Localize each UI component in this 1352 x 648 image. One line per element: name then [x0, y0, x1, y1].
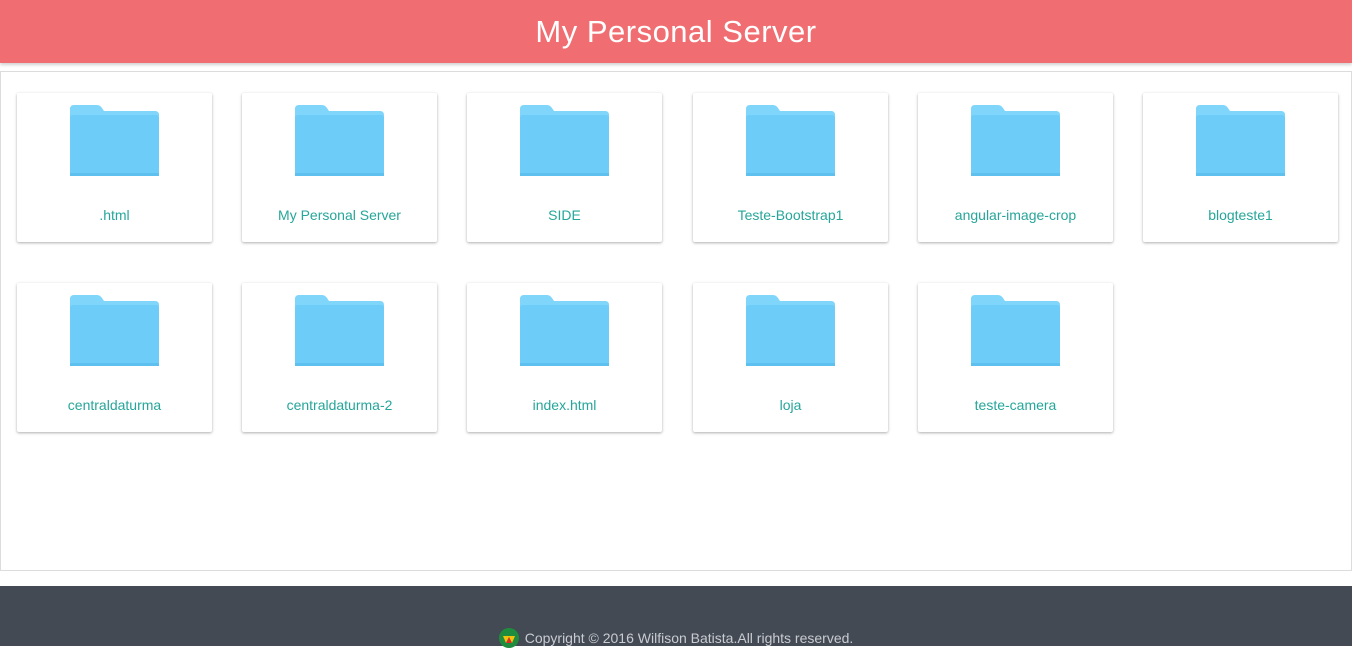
folder-icon [1196, 105, 1285, 176]
folder-icon [971, 295, 1060, 366]
folder-name: centraldaturma [67, 397, 162, 413]
brand-logo-icon [498, 628, 519, 648]
folder-icon [520, 295, 609, 366]
folder-name: loja [779, 397, 802, 413]
folder-card[interactable]: angular-image-crop [918, 93, 1113, 242]
folder-card[interactable]: loja [693, 283, 888, 432]
footer-copyright: Copyright © 2016 Wilfison Batista.All ri… [524, 630, 854, 646]
folder-icon [520, 105, 609, 176]
page-title: My Personal Server [535, 13, 817, 49]
folder-name: .html [99, 207, 130, 223]
folder-icon [746, 105, 835, 176]
folder-name: teste-camera [974, 397, 1057, 413]
folder-name: SIDE [548, 207, 581, 223]
folder-card[interactable]: centraldaturma [17, 283, 212, 432]
folder-icon [971, 105, 1060, 176]
folder-card[interactable]: SIDE [467, 93, 662, 242]
folder-card[interactable]: teste-camera [918, 283, 1113, 432]
folder-card[interactable]: index.html [467, 283, 662, 432]
folder-icon [70, 295, 159, 366]
folder-name: My Personal Server [278, 207, 401, 223]
app-header: My Personal Server [0, 0, 1352, 63]
folder-name: centraldaturma-2 [286, 397, 393, 413]
app-footer: Copyright © 2016 Wilfison Batista.All ri… [0, 586, 1352, 648]
folder-card[interactable]: My Personal Server [242, 93, 437, 242]
folder-icon [70, 105, 159, 176]
folder-name: index.html [532, 397, 597, 413]
folder-icon [746, 295, 835, 366]
folder-icon [295, 105, 384, 176]
folder-card[interactable]: Teste-Bootstrap1 [693, 93, 888, 242]
footer-copyright-line: Copyright © 2016 Wilfison Batista.All ri… [0, 628, 1352, 648]
folder-name: Teste-Bootstrap1 [737, 207, 844, 223]
folder-name: angular-image-crop [954, 207, 1077, 223]
folder-name: blogteste1 [1208, 207, 1273, 223]
folder-card[interactable]: centraldaturma-2 [242, 283, 437, 432]
folder-card[interactable]: blogteste1 [1143, 93, 1338, 242]
folder-icon [295, 295, 384, 366]
folder-card[interactable]: .html [17, 93, 212, 242]
folder-browser: .html My Personal Server SIDE Teste-Boot… [0, 71, 1352, 571]
